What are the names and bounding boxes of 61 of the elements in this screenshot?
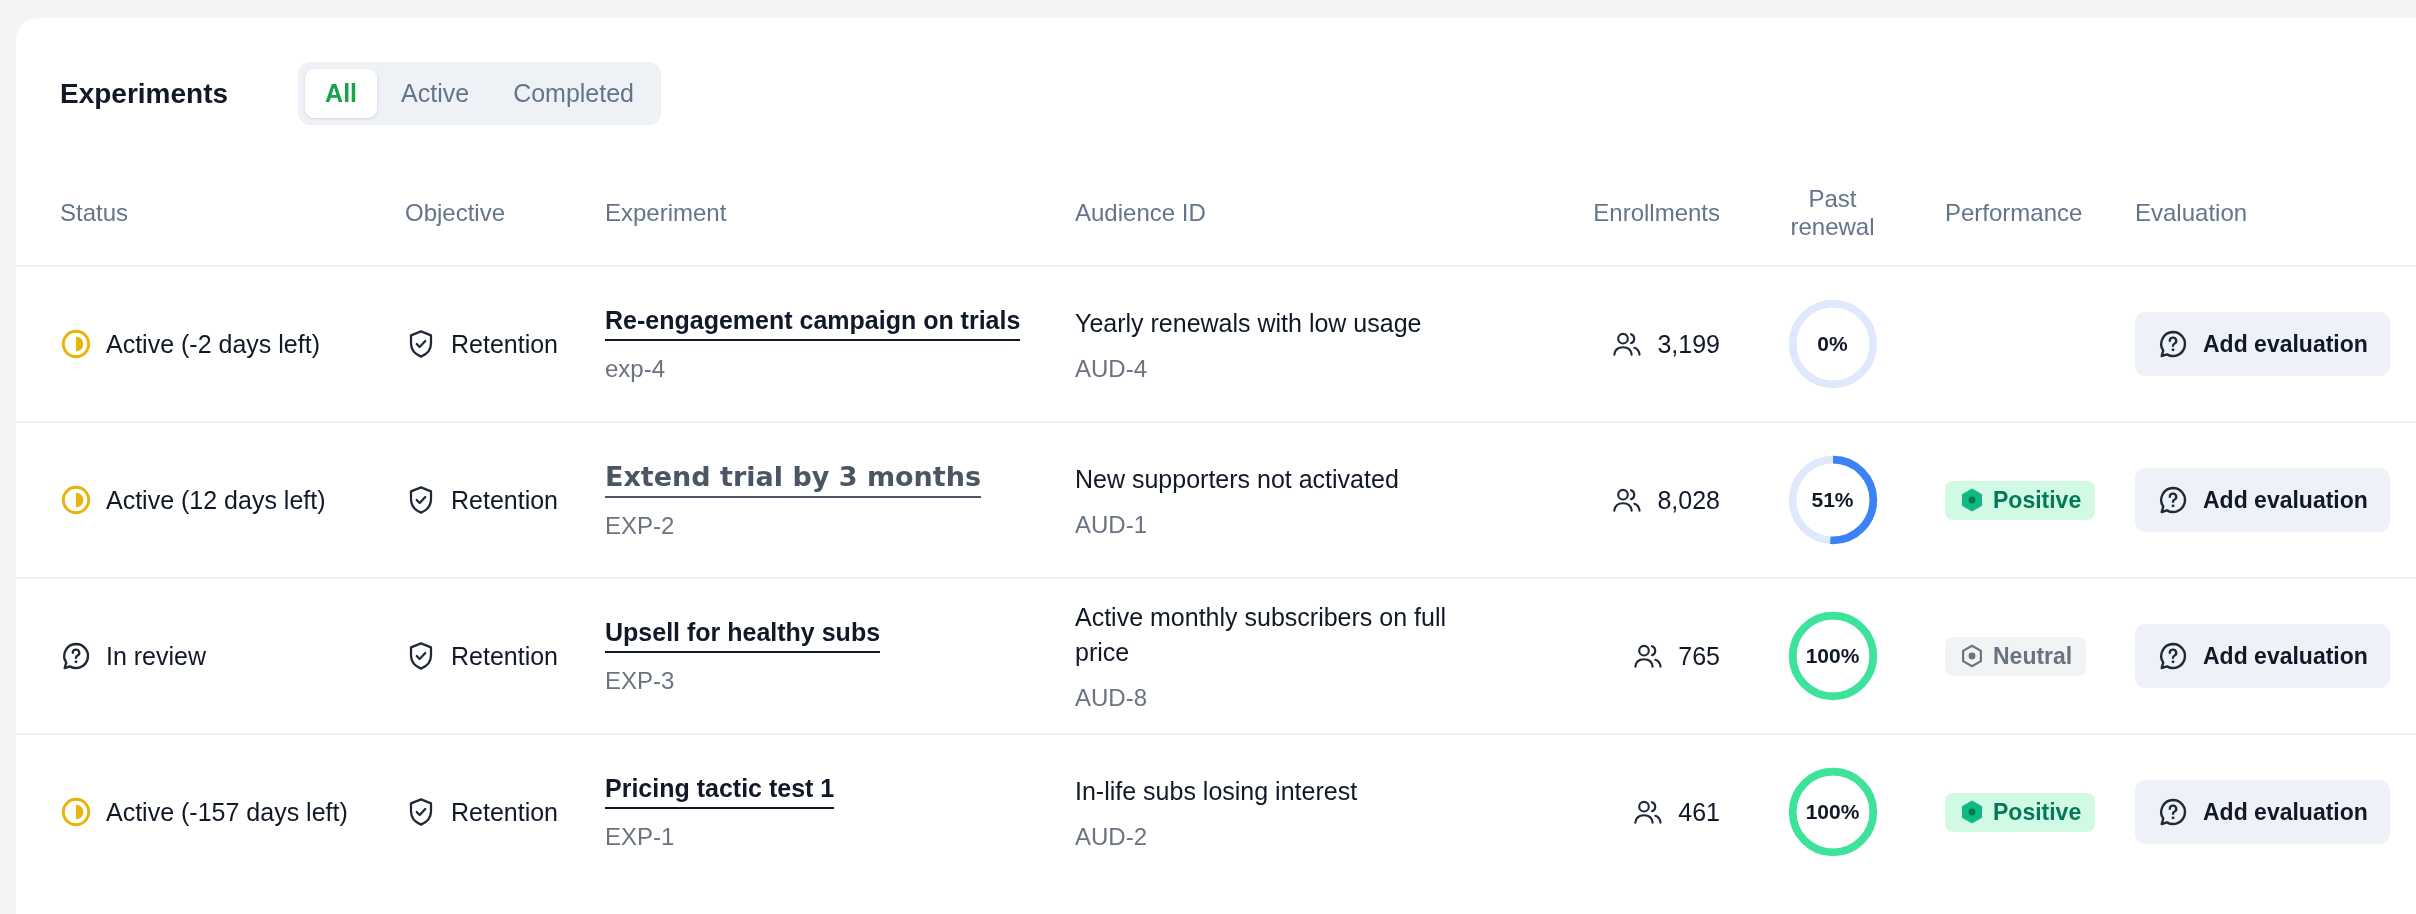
experiment-id: exp-4 [605, 354, 666, 383]
status-label: In review [106, 641, 207, 671]
half-circle-icon [60, 796, 92, 828]
experiment-link[interactable]: Extend trial by 3 months [605, 460, 981, 498]
hexagon-icon [1959, 487, 1985, 513]
renewal-percent: 100% [1805, 644, 1860, 668]
filter-tab[interactable]: Active [381, 69, 490, 118]
half-circle-icon [60, 328, 92, 360]
question-bubble-icon [2157, 328, 2189, 360]
question-bubble-icon [2157, 640, 2189, 672]
audience-id: AUD-2 [1075, 822, 1147, 851]
performance-badge: Neutral [1945, 636, 2087, 676]
audience-header: Audience ID [1075, 199, 1207, 227]
audience-name: New supporters not activated [1075, 463, 1399, 495]
filter-tab[interactable]: Completed [493, 69, 655, 118]
experiment-header: Experiment [605, 199, 728, 227]
add-evaluation-button[interactable]: Add evaluation [2135, 624, 2390, 688]
enrollment-count: 461 [1678, 797, 1720, 827]
evaluation-header: Evaluation [2135, 199, 2249, 227]
performance-badge: Positive [1945, 792, 2096, 832]
add-evaluation-button[interactable]: Add evaluation [2135, 468, 2390, 532]
experiment-id: EXP-2 [605, 511, 675, 540]
hexagon-icon [1959, 799, 1985, 825]
objective-header: Objective [405, 199, 507, 227]
objective-label: Retention [451, 329, 559, 359]
objective-label: Retention [451, 485, 559, 515]
half-circle-icon [60, 484, 92, 516]
audience-id: AUD-4 [1075, 354, 1147, 383]
status-label: Active (-157 days left) [106, 797, 348, 827]
enrollments-header: Enrollments [1593, 199, 1720, 227]
enrollment-count: 765 [1678, 641, 1720, 671]
hexagon-icon [1959, 643, 1985, 669]
objective-label: Retention [451, 641, 559, 671]
page-title: Experiments [60, 77, 229, 110]
add-evaluation-button[interactable]: Add evaluation [2135, 312, 2390, 376]
enrollment-count: 3,199 [1657, 329, 1720, 359]
audience-id: AUD-1 [1075, 510, 1147, 539]
performance-badge: Positive [1945, 480, 2096, 520]
experiment-id: EXP-3 [605, 666, 675, 695]
audience-name: Yearly renewals with low usage [1075, 307, 1422, 339]
renewal-percent: 0% [1817, 332, 1848, 356]
status-label: Active (-2 days left) [106, 329, 320, 359]
renewal-percent: 100% [1805, 800, 1860, 824]
status-header: Status [60, 199, 130, 227]
status-label: Active (12 days left) [106, 485, 326, 515]
audience-name: In-life subs losing interest [1075, 775, 1358, 807]
audience-name: Active monthly subscribers on full price [1075, 602, 1447, 668]
enrollment-count: 8,028 [1657, 485, 1720, 515]
performance-header: Performance [1945, 199, 2084, 227]
question-bubble-icon [60, 640, 92, 672]
renewal-percent: 51% [1811, 488, 1854, 512]
audience-id: AUD-8 [1075, 684, 1147, 712]
objective-label: Retention [451, 797, 559, 827]
experiment-link[interactable]: Re-engagement campaign on trials [605, 305, 1021, 341]
experiment-link[interactable]: Upsell for healthy subs [605, 617, 881, 653]
experiment-id: EXP-1 [605, 822, 675, 851]
experiment-link[interactable]: Pricing tactic test 1 [605, 773, 835, 809]
add-evaluation-button[interactable]: Add evaluation [2135, 780, 2390, 844]
renewal-header: Past renewal [1789, 185, 1876, 241]
question-bubble-icon [2157, 484, 2189, 516]
question-bubble-icon [2157, 796, 2189, 828]
